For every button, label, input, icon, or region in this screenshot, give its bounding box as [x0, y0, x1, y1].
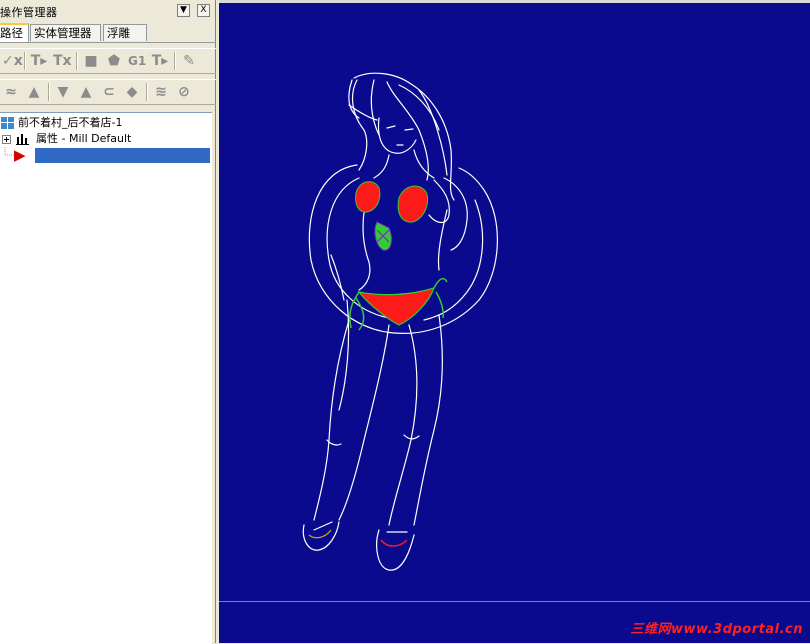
toolbar-separator [174, 52, 176, 70]
edit-icon[interactable]: ✎ [180, 52, 198, 70]
panel-title: 操作管理器 [0, 6, 58, 19]
watermark-text: 三维网www.3dportal.cn [630, 622, 803, 637]
high-speed-icon[interactable]: T▸ [151, 52, 169, 70]
tab-solids-manager[interactable]: 实体管理器 [30, 24, 101, 41]
wave-icon[interactable]: ≈ [2, 83, 20, 101]
move-up-icon[interactable]: ▲ [77, 83, 95, 101]
scroll-icon[interactable]: ◆ [123, 83, 141, 101]
toolbar-secondary: ≈ ▲ ▼ ▲ ⊂ ◆ ≋ ⊘ [0, 79, 216, 105]
verify-solid-icon[interactable]: ⬟ [105, 52, 123, 70]
tab-relief[interactable]: 浮雕 [103, 24, 147, 41]
verify-icon[interactable]: ✓x [2, 52, 23, 70]
machine-group-label: 前不着村_后不着店-1 [18, 116, 123, 129]
toolbar-primary: ✓x T▸ Tx ■ ⬟ G1 T▸ ✎ [0, 48, 216, 74]
pin-button[interactable]: ▼ [177, 4, 190, 17]
panel-tabs: 路径 实体管理器 浮雕 [0, 23, 216, 43]
toolbar-separator [146, 83, 148, 101]
tree-connector [4, 147, 14, 156]
viewport-ground-line [219, 601, 810, 602]
operations-manager-panel: 操作管理器 ▼ X 路径 实体管理器 浮雕 ✓x T▸ Tx ■ ⬟ G1 T▸… [0, 0, 216, 644]
regenerate-icon[interactable]: T▸ [30, 52, 48, 70]
panel-title-bar: 操作管理器 ▼ X [0, 3, 216, 19]
tab-toolpath[interactable]: 路径 [0, 23, 29, 42]
toolbar-separator [76, 52, 78, 70]
display-toggle-icon[interactable]: ⊘ [175, 83, 193, 101]
hide-display-icon[interactable]: ≋ [152, 83, 170, 101]
expand-icon[interactable] [2, 133, 15, 145]
operations-tree: 前不着村_后不着店-1 属性 - Mill Default ▶ [0, 112, 212, 644]
selected-insert-row[interactable] [35, 148, 210, 163]
tree-row-properties[interactable]: 属性 - Mill Default [0, 131, 212, 147]
graphics-viewport[interactable]: 三维网www.3dportal.cn [219, 0, 810, 643]
properties-label: 属性 - Mill Default [36, 132, 132, 145]
machine-group-icon [1, 117, 14, 129]
move-down-icon[interactable]: ▼ [54, 83, 72, 101]
wireframe-figure-drawing [302, 72, 498, 571]
tree-row-machine-group[interactable]: 前不着村_后不着店-1 [0, 115, 212, 131]
backplot-icon[interactable]: ■ [82, 52, 100, 70]
post-g1-icon[interactable]: G1 [128, 52, 146, 70]
toolbar-separator [48, 83, 50, 101]
lock-icon[interactable]: ▲ [25, 83, 43, 101]
regenerate-dirty-icon[interactable]: Tx [53, 52, 72, 70]
insert-after-icon[interactable]: ⊂ [100, 83, 118, 101]
toolbar-separator [24, 52, 26, 70]
close-button[interactable]: X [197, 4, 210, 17]
properties-icon [16, 134, 29, 145]
